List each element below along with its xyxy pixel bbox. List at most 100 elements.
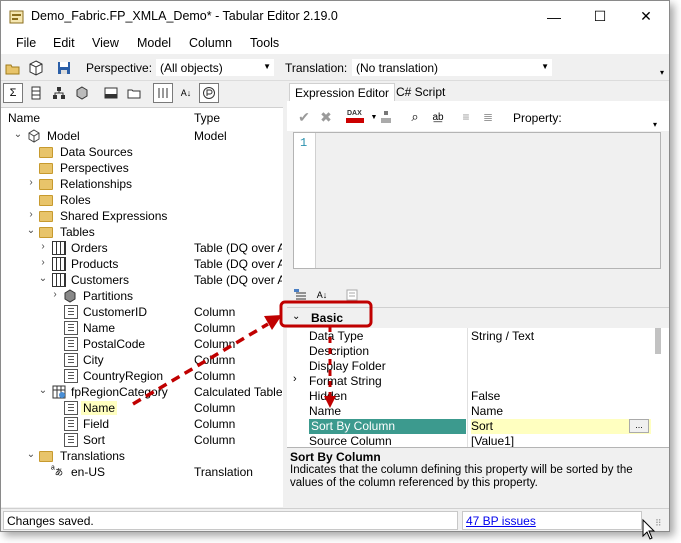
column-filter-icon[interactable]	[26, 83, 46, 103]
property-value[interactable]: String / Text	[471, 329, 651, 344]
property-row-description[interactable]: Description	[287, 343, 657, 358]
column-view-icon[interactable]	[153, 83, 173, 103]
chevron-down-icon[interactable]: ⌄	[26, 449, 36, 460]
cancel-icon[interactable]: ✖	[317, 108, 335, 126]
chevron-right-icon[interactable]: ›	[38, 257, 48, 268]
tab-expression-editor[interactable]: Expression Editor	[289, 83, 396, 101]
property-name: Name	[309, 404, 342, 418]
hidden-objects-icon[interactable]	[101, 83, 121, 103]
bp-issues-link[interactable]: 47 BP issues	[462, 511, 642, 530]
chevron-down-icon[interactable]: ⌄	[38, 273, 48, 284]
uncomment-icon[interactable]: ≣	[479, 108, 497, 126]
chevron-right-icon[interactable]: ›	[38, 241, 48, 252]
find-icon[interactable]: ⌕	[406, 108, 424, 126]
menu-file[interactable]: File	[16, 36, 36, 50]
toolbar-overflow-icon[interactable]: ▾	[653, 63, 669, 81]
maximize-button[interactable]: ☐	[577, 1, 623, 32]
property-row-format-string[interactable]: › Format String	[287, 373, 657, 388]
tree-node-fpregioncategory[interactable]: ⌄ fpRegionCategory Calculated Table	[1, 384, 283, 400]
property-row-hidden[interactable]: Hidden False	[287, 388, 657, 403]
display-folder-icon[interactable]	[124, 83, 144, 103]
chevron-down-icon[interactable]: ⌄	[292, 311, 300, 322]
tree-node-field[interactable]: Field Column	[1, 416, 283, 432]
menu-column[interactable]: Column	[189, 36, 232, 50]
deploy-icon[interactable]	[27, 59, 45, 77]
open-icon[interactable]	[4, 59, 22, 77]
tree-node-customer-name[interactable]: Name Column	[1, 320, 283, 336]
toolbar-overflow-icon[interactable]: ▾	[646, 115, 664, 133]
check-icon[interactable]: ✔	[295, 108, 313, 126]
menu-model[interactable]: Model	[137, 36, 171, 50]
sort-az-icon[interactable]: A↓	[313, 286, 331, 304]
tree-node-countryregion[interactable]: CountryRegion Column	[1, 368, 283, 384]
tab-csharp-script[interactable]: C# Script	[391, 83, 450, 101]
tree-node-roles[interactable]: Roles	[1, 192, 283, 208]
categorized-icon[interactable]	[291, 286, 309, 304]
property-value[interactable]: Sort ...	[471, 419, 651, 434]
tree-node-label: fpRegionCategory	[71, 385, 168, 399]
folder-icon	[39, 147, 53, 158]
tree-node-postalcode[interactable]: PostalCode Column	[1, 336, 283, 352]
property-value[interactable]: Name	[471, 404, 651, 419]
property-row-name[interactable]: Name Name	[287, 403, 657, 418]
tree-node-products[interactable]: › Products Table (DQ over AS)	[1, 256, 283, 272]
property-row-source-column[interactable]: Source Column [Value1]	[287, 433, 657, 448]
replace-icon[interactable]: a͟b	[429, 108, 447, 126]
tree-node-region-name[interactable]: Name Column	[1, 400, 283, 416]
tree-node-relationships[interactable]: › Relationships	[1, 176, 283, 192]
property-row-sort-by-column[interactable]: Sort By Column Sort ...	[287, 418, 657, 434]
tree-node-customerid[interactable]: CustomerID Column	[1, 304, 283, 320]
resize-grip-icon[interactable]: ⠿	[655, 518, 665, 528]
menu-tools[interactable]: Tools	[250, 36, 279, 50]
tree-node-model[interactable]: ⌄ Model Model	[1, 128, 283, 144]
property-row-data-type[interactable]: Data Type String / Text	[287, 328, 657, 343]
tree-node-tables[interactable]: ⌄ Tables	[1, 224, 283, 240]
tree-node-partitions[interactable]: › Partitions	[1, 288, 283, 304]
sigma-icon[interactable]: Σ	[3, 83, 23, 103]
chevron-down-icon[interactable]: ⌄	[26, 225, 36, 236]
tree-node-data-sources[interactable]: Data Sources	[1, 144, 283, 160]
chevron-down-icon[interactable]: ⌄	[38, 385, 48, 396]
menu-edit[interactable]: Edit	[53, 36, 75, 50]
ellipsis-button[interactable]: ...	[629, 419, 649, 433]
dependencies-icon[interactable]	[377, 108, 395, 126]
column-icon	[64, 433, 78, 447]
tree-node-sort[interactable]: Sort Column	[1, 432, 283, 448]
tree-node-shared-expressions[interactable]: › Shared Expressions	[1, 208, 283, 224]
name-column-header[interactable]: Name	[8, 111, 40, 125]
chevron-down-icon[interactable]: ⌄	[13, 129, 23, 140]
translation-select[interactable]: (No translation) ▼	[351, 58, 553, 77]
folder-icon	[39, 163, 53, 174]
hierarchy-icon[interactable]	[49, 83, 69, 103]
tree-node-customers[interactable]: ⌄ Customers Table (DQ over AS)	[1, 272, 283, 288]
property-row-display-folder[interactable]: Display Folder	[287, 358, 657, 373]
menu-view[interactable]: View	[92, 36, 119, 50]
property-pages-icon[interactable]	[343, 286, 361, 304]
minimize-button[interactable]: —	[531, 1, 577, 32]
property-value[interactable]	[471, 359, 651, 374]
property-value[interactable]: False	[471, 389, 651, 404]
tree-node-orders[interactable]: › Orders Table (DQ over AS)	[1, 240, 283, 256]
property-category[interactable]: ⌄ Basic	[287, 308, 669, 328]
cube-icon[interactable]	[72, 83, 92, 103]
tree-node-translations[interactable]: ⌄ Translations	[1, 448, 283, 464]
perspective-select[interactable]: (All objects) ▼	[155, 58, 275, 77]
chevron-right-icon[interactable]: ›	[26, 177, 36, 188]
comment-icon[interactable]: ≡	[457, 108, 475, 126]
property-value[interactable]	[471, 344, 651, 359]
tree-node-perspectives[interactable]: Perspectives	[1, 160, 283, 176]
type-column-header[interactable]: Type	[194, 111, 220, 125]
property-value[interactable]	[471, 374, 651, 389]
sort-az-icon[interactable]: A↓	[176, 83, 196, 103]
dax-formatter-icon[interactable]: DAX	[345, 107, 365, 125]
property-grid-scrollbar[interactable]	[655, 328, 661, 354]
chevron-right-icon[interactable]: ›	[50, 289, 60, 300]
tree-node-city[interactable]: City Column	[1, 352, 283, 368]
chevron-right-icon[interactable]: ›	[293, 373, 297, 385]
close-button[interactable]: ✕	[623, 1, 669, 32]
chevron-right-icon[interactable]: ›	[26, 209, 36, 220]
expression-editor[interactable]: 1	[293, 132, 661, 269]
save-icon[interactable]	[55, 59, 73, 77]
metadata-info-icon[interactable]	[199, 83, 219, 103]
tree-node-en-us[interactable]: ᵃあ en-US Translation	[1, 464, 283, 480]
